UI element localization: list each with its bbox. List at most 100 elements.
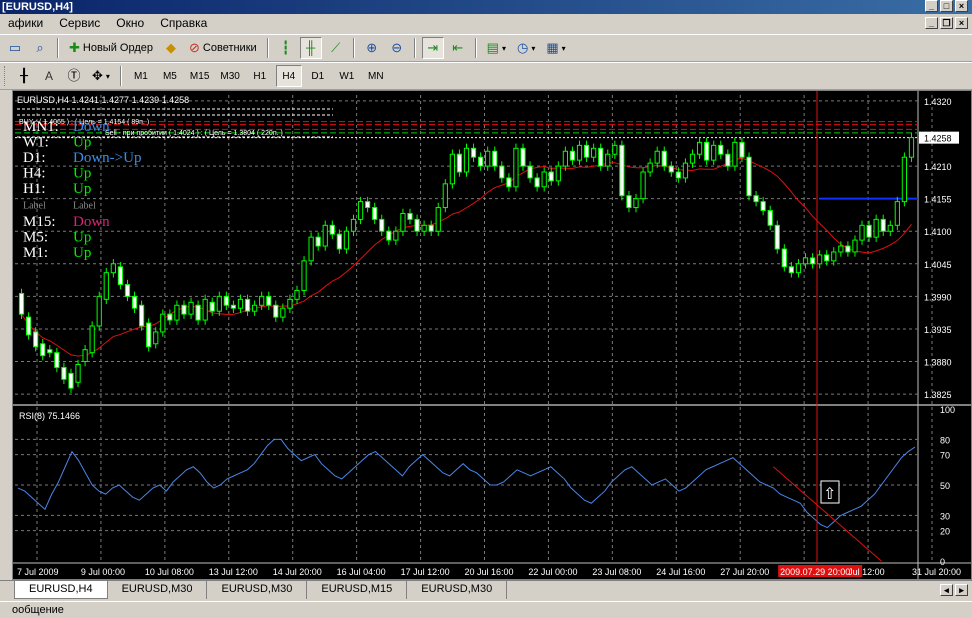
candle-body-bear — [470, 147, 477, 158]
mdi-close-button[interactable]: × — [955, 17, 968, 29]
candle-body-bull — [202, 298, 208, 321]
candle-body-bear — [456, 153, 463, 173]
zoom-view-button[interactable]: ⌕ — [29, 37, 51, 59]
candle-body-bear — [364, 201, 371, 209]
templates-icon: ▦ — [546, 40, 559, 55]
line-chart-button[interactable]: ⟋ — [325, 37, 347, 59]
menu-help[interactable]: Справка — [152, 14, 215, 33]
candle-body-bear — [809, 257, 816, 265]
toolbar-grip[interactable] — [4, 66, 7, 86]
timeframe-m15-button[interactable]: M15 — [186, 65, 213, 87]
candle-body-bear — [18, 292, 25, 315]
trend-state-label: Up — [73, 135, 91, 151]
candle-body-bear — [668, 165, 674, 173]
window-title: [EURUSD,H4] — [2, 1, 73, 13]
candle-body-bear — [774, 224, 780, 250]
tab-scroll-right-button[interactable]: ▸ — [955, 584, 968, 596]
candle-body-bull — [216, 295, 222, 312]
candle-chart-button[interactable]: ╫ — [299, 37, 322, 59]
chart-tab[interactable]: EURUSD,M15 — [307, 581, 408, 599]
time-tick-label: 22 Jul 00:00 — [528, 567, 577, 577]
candle-body-bear — [407, 212, 413, 220]
candle-body-bull — [435, 207, 441, 232]
chart-header: EURUSD,H4 1.4241 1.4277 1.4239 1.4258 — [17, 95, 189, 105]
candle-body-bear — [336, 233, 342, 250]
price-chart[interactable]: RSI(8) 75.1466 1.4320 1.4210 1.4155 1.4100 1… — [13, 91, 971, 579]
timeframe-m5-button[interactable]: M5 — [157, 65, 183, 87]
templates-button[interactable]: ▦ ▾ — [542, 37, 569, 59]
timeframe-m30-button[interactable]: M30 — [216, 65, 243, 87]
trend-timeframe-label: M15: — [23, 214, 56, 230]
candle-body-bull — [908, 137, 915, 158]
experts-warning-button[interactable]: ◆ — [160, 37, 182, 59]
timeframe-mn-button[interactable]: MN — [363, 65, 389, 87]
arrows-tool-button[interactable]: ✥ ▾ — [88, 65, 114, 87]
new-order-button[interactable]: ✚ Новый Ордер — [65, 37, 157, 59]
menu-window[interactable]: Окно — [108, 14, 152, 33]
menu-charts[interactable]: афики — [0, 14, 51, 33]
close-button[interactable]: × — [955, 0, 968, 12]
candle-body-bear — [880, 218, 886, 232]
rsi-tick-label: 100 — [940, 405, 955, 415]
rsi-line — [17, 438, 916, 529]
crosshair-icon: ╂ — [20, 68, 28, 83]
chart-tab[interactable]: EURUSD,H4 — [14, 581, 108, 599]
line-studies-toolbar: ╂ A Ⓣ ✥ ▾ M1 M5 M15 M30 H1 H4 D1 W1 MN — [0, 62, 972, 90]
chart-tab[interactable]: EURUSD,M30 — [407, 581, 508, 599]
chart-tab[interactable]: EURUSD,M30 — [108, 581, 208, 599]
chart-tab[interactable]: EURUSD,M30 — [207, 581, 308, 599]
candle-body-bull — [449, 153, 455, 185]
candle-body-bull — [838, 245, 844, 253]
candle-body-bull — [442, 183, 448, 209]
profiles-button[interactable]: ▭ — [4, 37, 26, 59]
timeframe-w1-button[interactable]: W1 — [334, 65, 360, 87]
timeframe-m1-button[interactable]: M1 — [128, 65, 154, 87]
minimize-button[interactable]: _ — [925, 0, 938, 12]
chart-window[interactable]: RSI(8) 75.1466 1.4320 1.4210 1.4155 1.4100 1… — [12, 90, 972, 580]
candle-body-bear — [619, 144, 625, 197]
candle-body-bull — [612, 144, 618, 155]
candle-body-bull — [640, 171, 646, 200]
advisors-button[interactable]: ⊘ Советники — [185, 37, 261, 59]
timeframe-d1-button[interactable]: D1 — [305, 65, 331, 87]
bar-chart-button[interactable]: ┇ — [275, 37, 297, 59]
cursor-tool-button[interactable]: ╂ — [13, 65, 35, 87]
toolbar-separator — [57, 38, 59, 58]
candle-body-bear — [527, 165, 533, 179]
zoom-in-button[interactable]: ⊕ — [361, 37, 383, 59]
text-tool-button[interactable]: A — [38, 65, 60, 87]
candle-body-bull — [654, 150, 660, 164]
timeframe-h1-button[interactable]: H1 — [247, 65, 273, 87]
candle-body-bull — [696, 141, 703, 155]
periods-button[interactable]: ◷ ▾ — [513, 37, 539, 59]
candle-body-bear — [718, 144, 724, 155]
time-tick-label: 20 Jul 16:00 — [465, 567, 514, 577]
candle-body-bull — [421, 224, 427, 232]
candle-body-bull — [400, 212, 406, 232]
mdi-restore-button[interactable]: ❐ — [940, 17, 953, 29]
candle-body-bear — [753, 195, 759, 203]
price-tick-label: 1.4320 — [924, 97, 952, 107]
trend-timeframe-label: W1: — [23, 135, 49, 151]
indicators-button[interactable]: ▤ ▾ — [483, 37, 510, 59]
autoscroll-button[interactable]: ⇥ — [421, 37, 444, 59]
menu-service[interactable]: Сервис — [51, 14, 108, 33]
candle-body-bull — [817, 254, 823, 265]
toolbar-separator — [352, 38, 355, 58]
candle-body-bull — [294, 289, 300, 300]
trend-state-label: Label — [73, 201, 96, 212]
zoom-out-button[interactable]: ⊖ — [386, 37, 408, 59]
time-tick-label: 13 Jul 12:00 — [209, 567, 258, 577]
maximize-button[interactable]: □ — [940, 0, 953, 12]
candle-body-bear — [760, 201, 766, 212]
candle-body-bull — [188, 301, 194, 315]
sell-level-text: Sell - при пробитии ( 1.4024 ) : ( Цель … — [105, 129, 283, 137]
tab-scroll-left-button[interactable]: ◂ — [940, 584, 953, 596]
text-label-tool-button[interactable]: Ⓣ — [63, 65, 85, 87]
candle-body-bear — [25, 316, 32, 336]
chart-shift-button[interactable]: ⇤ — [447, 37, 469, 59]
mdi-minimize-button[interactable]: _ — [925, 17, 938, 29]
candle-body-bull — [280, 307, 286, 318]
timeframe-h4-button[interactable]: H4 — [275, 65, 302, 87]
candle-body-bear — [181, 304, 187, 315]
